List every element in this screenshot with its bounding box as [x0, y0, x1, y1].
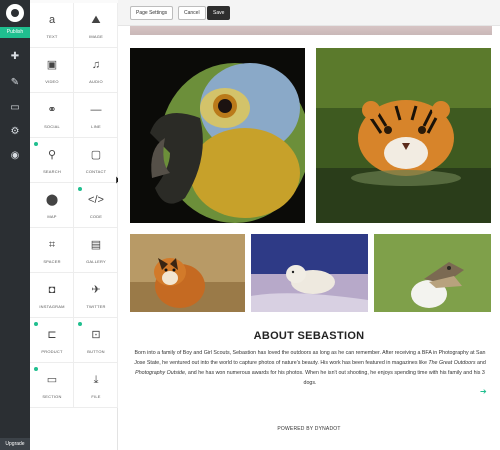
- widget-label: SPACER: [43, 259, 61, 264]
- widget-code[interactable]: </> CODE: [74, 183, 118, 228]
- widget-label: GALLERY: [86, 259, 106, 264]
- instagram-icon: ◘: [48, 284, 56, 296]
- product-icon: ⊏: [47, 329, 57, 341]
- bio-italic: Photography Outside: [135, 370, 185, 376]
- widget-palette: a TEXT ⛰ IMAGE ▣ VIDEO ♫ AUDIO ⚭ SOCIAL …: [30, 0, 122, 450]
- publish-button[interactable]: Publish: [0, 27, 30, 38]
- about-heading[interactable]: ABOUT SEBASTION: [118, 330, 500, 342]
- widget-label: AUDIO: [89, 79, 103, 84]
- social-icon: ⚭: [47, 104, 57, 116]
- widget-text[interactable]: a TEXT: [30, 3, 74, 48]
- widget-contact[interactable]: ▢ CONTACT: [74, 138, 118, 183]
- photo-tiger[interactable]: [316, 48, 491, 223]
- widget-product[interactable]: ⊏ PRODUCT: [30, 318, 74, 363]
- widget-label: TEXT: [46, 34, 58, 39]
- brush-icon[interactable]: ✎: [7, 75, 23, 91]
- widget-label: SOCIAL: [44, 124, 60, 129]
- photo-polar-bear[interactable]: [251, 234, 368, 312]
- widget-label: IMAGE: [89, 34, 103, 39]
- eye-icon[interactable]: ◉: [7, 148, 23, 164]
- widget-social[interactable]: ⚭ SOCIAL: [30, 93, 74, 138]
- widget-section[interactable]: ▭ SECTION: [30, 363, 74, 408]
- left-rail: Publish ✚ ✎ ▭ ⚙ ◉ Upgrade: [0, 0, 30, 450]
- widget-label: PRODUCT: [41, 349, 63, 354]
- editor-toolbar: Page Settings Cancel Save: [118, 0, 500, 26]
- page-canvas[interactable]: ABOUT SEBASTION Born into a family of Bo…: [118, 26, 500, 450]
- photo-parrot[interactable]: [130, 48, 305, 223]
- new-badge-icon: [78, 322, 82, 326]
- widget-label: LINE: [91, 124, 101, 129]
- widget-image[interactable]: ⛰ IMAGE: [74, 3, 118, 48]
- audio-icon: ♫: [91, 59, 101, 71]
- widget-file[interactable]: ⤓ FILE: [74, 363, 118, 408]
- widget-label: SEARCH: [43, 169, 61, 174]
- widget-label: CONTACT: [85, 169, 107, 174]
- cancel-button[interactable]: Cancel: [178, 6, 206, 20]
- widget-instagram[interactable]: ◘ INSTAGRAM: [30, 273, 74, 318]
- widget-audio[interactable]: ♫ AUDIO: [74, 48, 118, 93]
- widget-search[interactable]: ⚲ SEARCH: [30, 138, 74, 183]
- spacer-icon: ⌗: [48, 239, 56, 251]
- code-icon: </>: [88, 194, 104, 206]
- bio-paragraph[interactable]: Born into a family of Boy and Girl Scout…: [134, 348, 486, 388]
- new-badge-icon: [34, 367, 38, 371]
- widget-map[interactable]: ⬤ MAP: [30, 183, 74, 228]
- page-settings-button[interactable]: Page Settings: [130, 6, 174, 20]
- widget-label: FILE: [91, 394, 101, 399]
- file-icon: ⤓: [93, 374, 99, 386]
- widget-button[interactable]: ⊡ BUTTON: [74, 318, 118, 363]
- line-icon: —: [90, 104, 102, 116]
- upgrade-button[interactable]: Upgrade: [0, 438, 30, 450]
- widget-label: SECTION: [42, 394, 62, 399]
- button-icon: ⊡: [91, 329, 101, 341]
- widget-twitter[interactable]: ✈ TWITTER: [74, 273, 118, 318]
- section-icon: ▭: [46, 374, 58, 386]
- text-icon: a: [48, 14, 56, 26]
- new-badge-icon: [78, 187, 82, 191]
- footer-text: POWERED BY DYNADOT: [277, 426, 341, 432]
- widget-label: BUTTON: [87, 349, 105, 354]
- gallery-icon: ▤: [90, 239, 102, 251]
- image-icon: ⛰: [91, 14, 101, 26]
- widget-label: VIDEO: [45, 79, 59, 84]
- contact-icon: ▢: [90, 149, 102, 161]
- widget-label: MAP: [47, 214, 57, 219]
- widget-label: TWITTER: [86, 304, 106, 309]
- add-icon[interactable]: ✚: [7, 49, 23, 65]
- gear-icon[interactable]: ⚙: [7, 124, 23, 140]
- new-badge-icon: [34, 142, 38, 146]
- widget-label: INSTAGRAM: [39, 304, 65, 309]
- save-button[interactable]: Save: [207, 6, 231, 20]
- widget-video[interactable]: ▣ VIDEO: [30, 48, 74, 93]
- twitter-icon: ✈: [91, 284, 101, 296]
- header-image-strip: [130, 26, 492, 35]
- video-icon: ▣: [46, 59, 58, 71]
- widget-label: CODE: [89, 214, 103, 219]
- search-icon: ⚲: [47, 149, 57, 161]
- photo-butterfly[interactable]: [374, 234, 491, 312]
- widget-line[interactable]: — LINE: [74, 93, 118, 138]
- widget-spacer[interactable]: ⌗ SPACER: [30, 228, 74, 273]
- page-icon[interactable]: ▭: [7, 100, 23, 116]
- logo-icon[interactable]: [6, 4, 24, 22]
- arrow-right-icon: ➔: [480, 387, 487, 396]
- bio-text: , and he has won numerous awards for his…: [184, 370, 485, 386]
- bio-italic: The Great Outdoors: [428, 360, 476, 366]
- widget-gallery[interactable]: ▤ GALLERY: [74, 228, 118, 273]
- new-badge-icon: [34, 322, 38, 326]
- photo-fox[interactable]: [130, 234, 245, 312]
- bio-text: and: [475, 360, 486, 366]
- map-pin-icon: ⬤: [45, 194, 59, 206]
